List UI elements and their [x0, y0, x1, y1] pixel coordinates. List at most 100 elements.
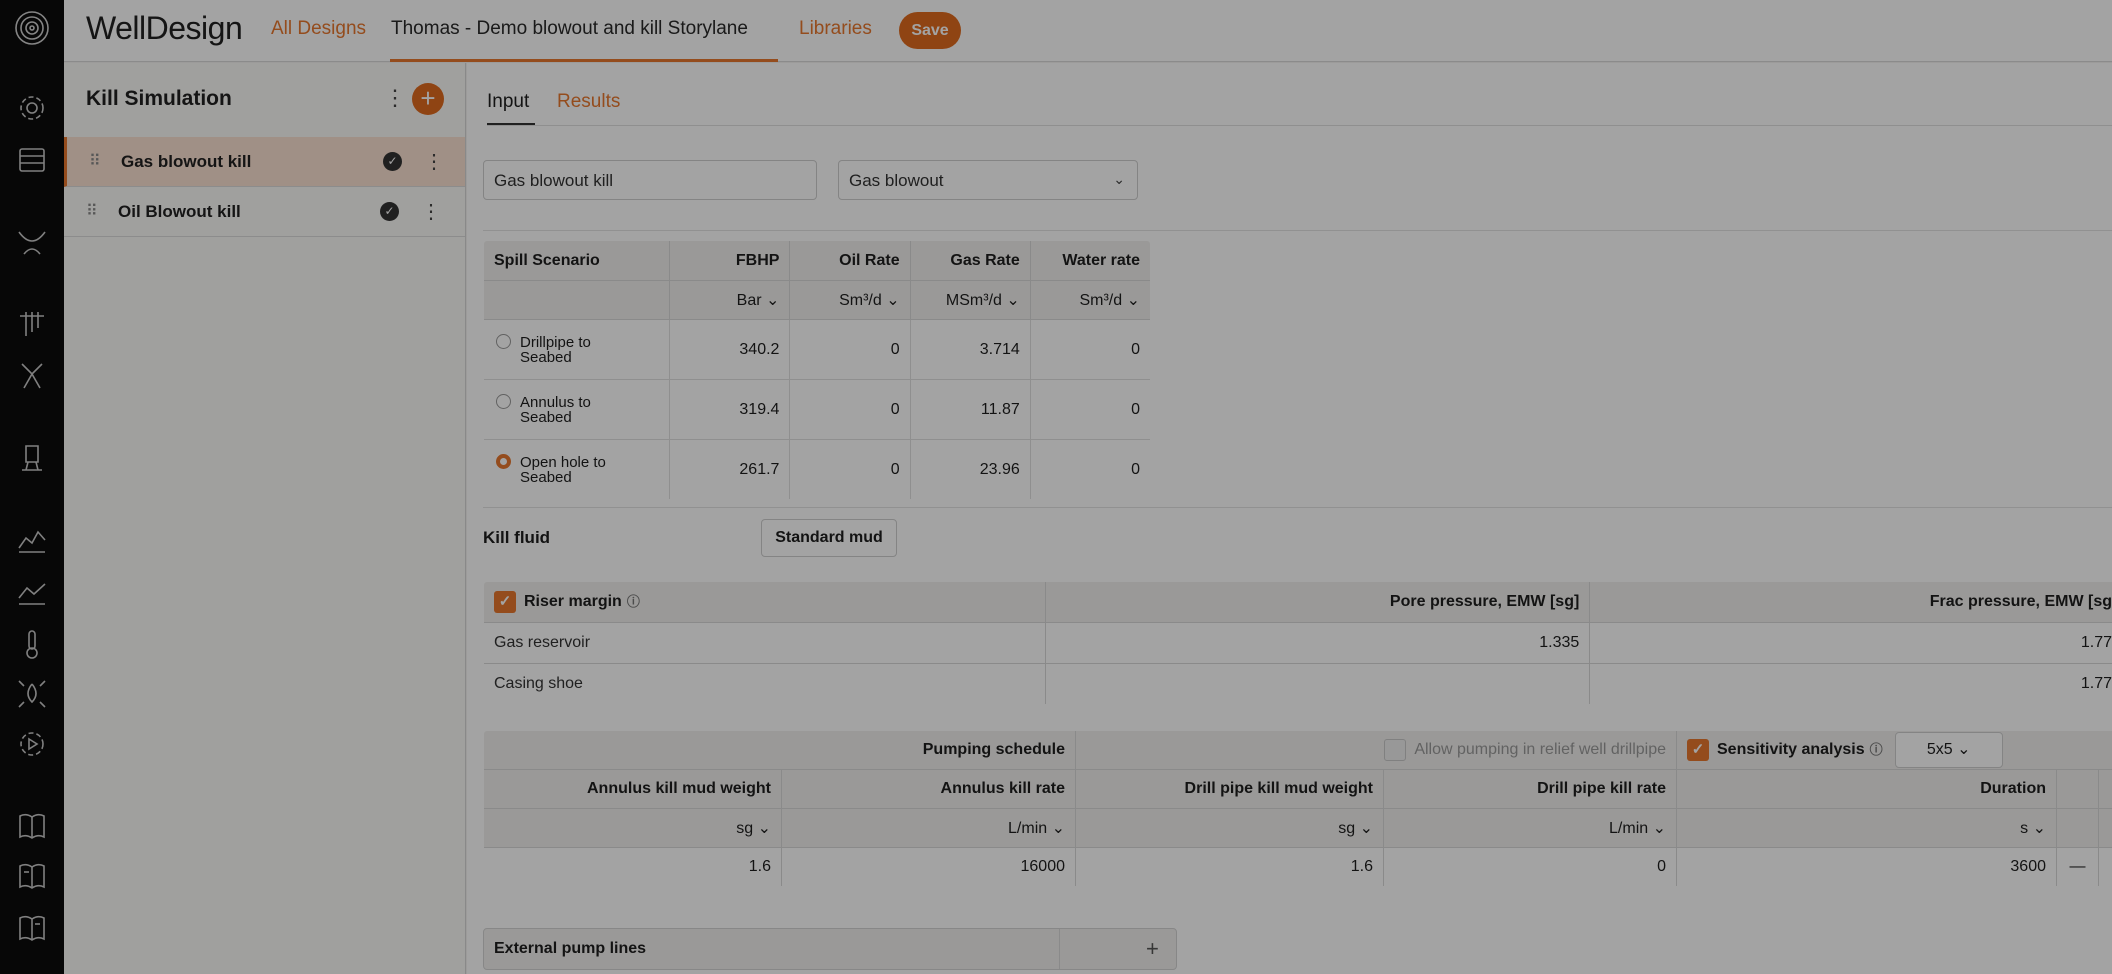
unit-select-dp-rate[interactable]: L/min ⌄ [1383, 808, 1677, 848]
col-header-empty [2098, 769, 2112, 809]
duration-cell[interactable]: 3600 [1676, 847, 2057, 886]
allow-pumping-checkbox[interactable] [1384, 739, 1407, 761]
brand-name[interactable]: WellDesign [86, 10, 243, 47]
table-row: Gas reservoir 1.335 1.77 [484, 622, 2112, 664]
tab-input[interactable]: Input [487, 91, 529, 113]
unit-select-fbhp[interactable]: Bar ⌄ [669, 280, 791, 320]
sensitivity-grid-select[interactable]: 5x5 ⌄ [1894, 732, 2003, 768]
allow-relief-pumping[interactable]: Allow pumping in relief well drillpipe [1075, 731, 1677, 770]
unit-label: Bar [736, 292, 762, 309]
scenario-cell[interactable]: Open hole to Seabed [484, 439, 671, 499]
area-chart-icon[interactable] [16, 524, 48, 556]
blowout-type-value: Gas blowout [849, 171, 944, 190]
sensitivity-checkbox[interactable]: ✓ [1687, 738, 1709, 761]
thermometer-icon[interactable] [16, 628, 48, 660]
add-simulation-button[interactable]: + [412, 83, 444, 115]
kill-fluid-button[interactable]: Standard mud [761, 519, 897, 557]
unit-empty [2056, 808, 2099, 848]
scenario-radio-selected[interactable] [496, 454, 511, 469]
layers-icon[interactable] [16, 144, 48, 176]
sensitivity-label: Sensitivity analysis [1717, 741, 1865, 758]
remove-row-button[interactable]: — [2056, 847, 2099, 886]
sidebar-item-oil-blowout-kill[interactable]: ⠿ Oil Blowout kill ✓ ⋮ [64, 187, 465, 237]
frac-pressure-cell[interactable]: 1.77 [1589, 663, 2112, 704]
col-header-fbhp: FBHP [669, 241, 791, 281]
branches-icon[interactable] [16, 360, 48, 392]
unit-select-water[interactable]: Sm³/d ⌄ [1030, 280, 1150, 320]
unit-select-dp-mw[interactable]: sg ⌄ [1075, 808, 1384, 848]
book-icon[interactable] [16, 810, 48, 842]
annulus-mud-weight-cell[interactable]: 1.6 [484, 847, 782, 886]
rig-icon[interactable] [16, 442, 48, 474]
dp-mud-weight-cell[interactable]: 1.6 [1075, 847, 1384, 886]
unit-label: sg [1338, 820, 1356, 837]
book-alt-icon[interactable] [16, 860, 48, 892]
external-pump-lines-label: External pump lines [494, 940, 647, 957]
pore-pressure-cell[interactable]: 1.335 [1045, 622, 1591, 664]
unit-select-annulus-mw[interactable]: sg ⌄ [484, 808, 782, 848]
scenario-cell[interactable]: Annulus to Seabed [484, 379, 671, 440]
check-circle-icon: ✓ [383, 152, 402, 171]
nav-libraries[interactable]: Libraries [799, 18, 872, 40]
tabs-divider [487, 125, 2112, 126]
section-divider [483, 507, 2112, 508]
project-tab[interactable]: Thomas - Demo blowout and kill Storylane [391, 18, 748, 40]
blowout-type-select[interactable]: Gas blowout ⌄ [838, 160, 1138, 200]
project-tab-underline [390, 59, 778, 62]
line-chart-icon[interactable] [16, 576, 48, 608]
add-pump-line-icon[interactable]: + [1146, 936, 1159, 962]
tab-results[interactable]: Results [557, 91, 620, 113]
kill-fluid-label: Kill fluid [483, 528, 551, 547]
water-rate-cell: 0 [1030, 319, 1150, 380]
logo-icon[interactable] [12, 8, 52, 52]
unit-select-duration[interactable]: s ⌄ [1676, 808, 2057, 848]
item-more-icon[interactable]: ⋮ [421, 199, 441, 224]
riser-margin-checkbox[interactable]: ✓ [494, 591, 516, 613]
drop-icon[interactable] [16, 678, 48, 710]
drag-handle-icon[interactable]: ⠿ [86, 201, 98, 221]
item-more-icon[interactable]: ⋮ [424, 149, 444, 174]
sensitivity-grid-value: 5x5 [1926, 741, 1953, 758]
col-header-spill-scenario: Spill Scenario [484, 241, 671, 281]
casing-icon[interactable] [16, 308, 48, 340]
nav-all-designs[interactable]: All Designs [271, 18, 366, 40]
scenario-radio[interactable] [496, 334, 511, 349]
scenario-cell[interactable]: Drillpipe to Seabed [484, 319, 671, 380]
dp-kill-rate-cell[interactable]: 0 [1383, 847, 1677, 886]
oil-rate-cell: 0 [789, 379, 911, 440]
riser-margin-header: ✓ Riser margin ⓘ [484, 582, 1046, 623]
unit-select-gas[interactable]: MSm³/d ⌄ [910, 280, 1031, 320]
chevron-down-icon: ⌄ [1652, 820, 1666, 837]
riser-row-name: Casing shoe [484, 663, 1046, 704]
simulation-name-input[interactable]: Gas blowout kill [483, 160, 817, 200]
chevron-down-icon: ⌄ [766, 292, 780, 309]
help-icon[interactable]: ⓘ [1870, 742, 1883, 757]
save-button[interactable]: Save [899, 12, 961, 49]
sidebar-item-label: Gas blowout kill [121, 152, 252, 171]
scenario-radio[interactable] [496, 394, 511, 409]
riser-margin-table: ✓ Riser margin ⓘ Pore pressure, EMW [sg] F… [483, 581, 2112, 705]
trajectory-icon[interactable] [16, 226, 48, 258]
book-third-icon[interactable] [16, 912, 48, 944]
scenario-label: Seabed [520, 468, 572, 486]
sidebar-item-gas-blowout-kill[interactable]: ⠿ Gas blowout kill ✓ ⋮ [64, 137, 465, 187]
water-rate-cell: 0 [1030, 439, 1150, 499]
water-rate-cell: 0 [1030, 379, 1150, 440]
frac-pressure-cell[interactable]: 1.77 [1589, 622, 2112, 664]
drag-handle-icon[interactable]: ⠿ [89, 151, 101, 171]
sidebar-more-icon[interactable]: ⋮ [384, 85, 406, 111]
pore-pressure-cell[interactable] [1045, 663, 1591, 704]
unit-select-oil[interactable]: Sm³/d ⌄ [789, 280, 911, 320]
annulus-kill-rate-cell[interactable]: 16000 [781, 847, 1076, 886]
unit-select-annulus-rate[interactable]: L/min ⌄ [781, 808, 1076, 848]
settings-icon[interactable] [16, 92, 48, 124]
play-settings-icon[interactable] [16, 728, 48, 760]
scenario-label: Drillpipe to [520, 333, 591, 351]
gas-rate-cell: 23.96 [910, 439, 1031, 499]
unit-label: Sm³/d [839, 292, 882, 309]
unit-empty [484, 280, 671, 320]
help-icon[interactable]: ⓘ [627, 594, 640, 609]
top-bar: WellDesign All Designs Thomas - Demo blo… [64, 0, 2112, 62]
unit-label: L/min [1008, 820, 1048, 837]
chevron-down-icon: ⌄ [1006, 292, 1020, 309]
